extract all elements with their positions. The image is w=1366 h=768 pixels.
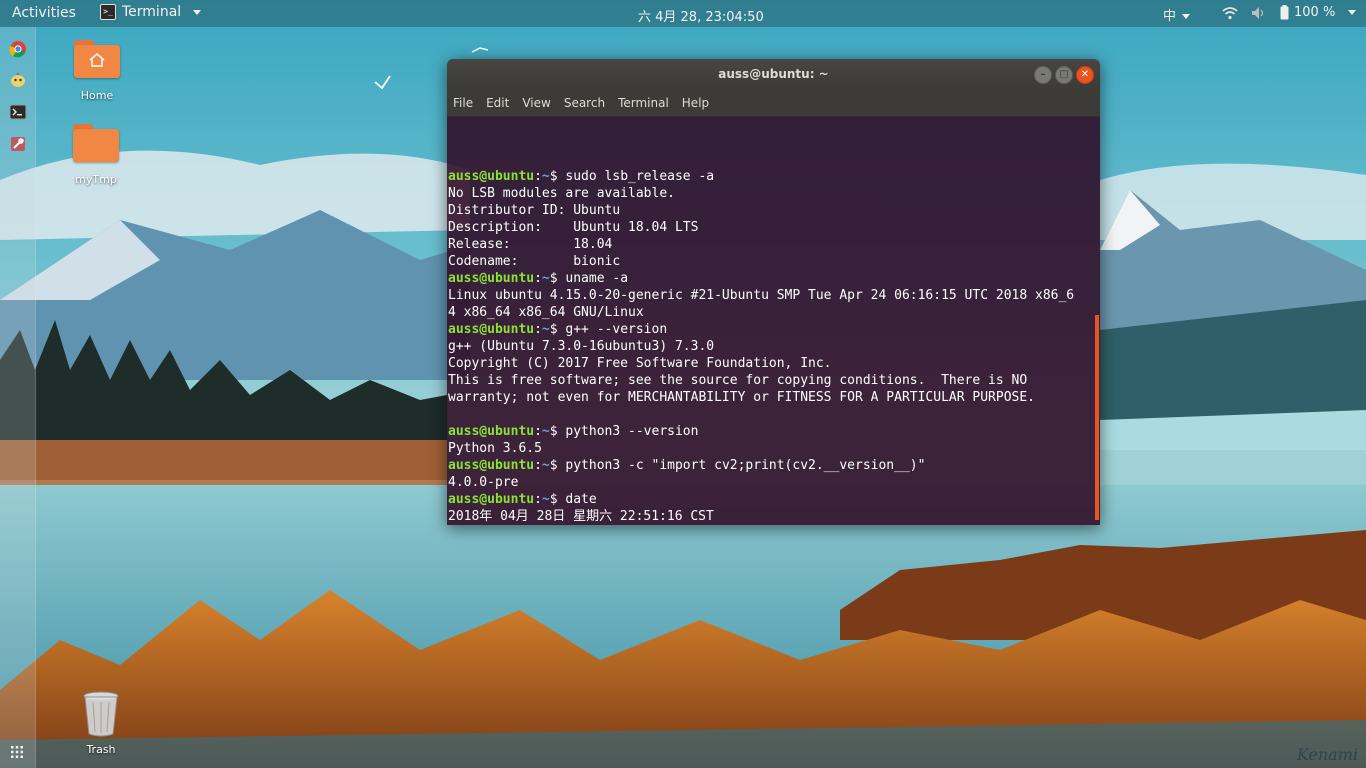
command-text: g++ --version <box>565 322 668 337</box>
desktop-icon-mytmp[interactable]: myTmp <box>56 124 136 186</box>
command-text: sudo lsb_release -a <box>565 169 715 184</box>
input-method-label: 中 <box>1163 9 1177 24</box>
system-tray[interactable]: 100 % <box>1222 5 1357 20</box>
minimize-button[interactable]: – <box>1034 66 1052 84</box>
prompt-user: auss@ubuntu <box>448 424 535 439</box>
terminal-prompt-line: auss@ubuntu:~$ python3 --version <box>448 423 1099 440</box>
desktop-icon-trash[interactable]: Trash <box>61 690 141 756</box>
prompt-user: auss@ubuntu <box>448 492 535 507</box>
wifi-icon <box>1222 6 1238 19</box>
menu-search[interactable]: Search <box>564 96 605 110</box>
chrome-icon[interactable] <box>9 40 27 58</box>
dock <box>0 27 36 768</box>
prompt-path: :~$ <box>534 458 566 473</box>
terminal-output-line: Python 3.6.5 <box>448 441 542 456</box>
terminal-prompt-line: auss@ubuntu:~$ g++ --version <box>448 321 1099 338</box>
house-icon <box>89 53 105 67</box>
chevron-down-icon <box>193 9 202 15</box>
terminal-output-line: Linux ubuntu 4.15.0-20-generic #21-Ubunt… <box>448 288 1075 303</box>
prompt-user: auss@ubuntu <box>448 271 535 286</box>
terminal-output-line: g++ (Ubuntu 7.3.0-16ubuntu3) 7.3.0 <box>448 339 715 354</box>
menu-help[interactable]: Help <box>682 96 709 110</box>
terminal-prompt-line: auss@ubuntu:~$ uname -a <box>448 270 1099 287</box>
prompt-path: :~$ <box>534 169 566 184</box>
terminal-icon[interactable] <box>9 103 27 121</box>
home-folder-icon <box>74 40 120 78</box>
terminal-output-line: Description: Ubuntu 18.04 LTS <box>448 220 699 235</box>
prompt-user: auss@ubuntu <box>448 458 535 473</box>
window-titlebar[interactable]: auss@ubuntu: ~ – □ ✕ <box>447 59 1100 89</box>
terminal-output-line: 4 x86_64 x86_64 GNU/Linux <box>448 305 644 320</box>
top-bar: Activities >_ Terminal 六 4月 28, 23:04:50… <box>0 0 1366 27</box>
settings-icon[interactable] <box>9 135 27 153</box>
prompt-user: auss@ubuntu <box>448 322 535 337</box>
maximize-button[interactable]: □ <box>1055 66 1073 84</box>
terminal-output-line: 4.0.0-pre <box>448 475 519 490</box>
terminal-prompt-line: auss@ubuntu:~$ sudo lsb_release -a <box>448 168 1099 185</box>
menu-view[interactable]: View <box>522 96 550 110</box>
terminal-output[interactable]: auss@ubuntu:~$ sudo lsb_release -a No LSB… <box>447 117 1100 525</box>
pidgin-icon[interactable] <box>9 71 27 89</box>
desktop-icon-home[interactable]: Home <box>57 40 137 102</box>
close-button[interactable]: ✕ <box>1076 66 1094 84</box>
window-title: auss@ubuntu: ~ <box>718 67 829 81</box>
prompt-path: :~$ <box>534 322 566 337</box>
terminal-output-line: Release: 18.04 <box>448 237 613 252</box>
terminal-prompt-line: auss@ubuntu:~$ date <box>448 491 1099 508</box>
command-text: python3 --version <box>565 424 699 439</box>
terminal-window[interactable]: auss@ubuntu: ~ – □ ✕ File Edit View Sear… <box>447 59 1100 525</box>
menu-edit[interactable]: Edit <box>486 96 509 110</box>
terminal-output-line: 2018年 04月 28日 星期六 22:51:16 CST <box>448 509 714 524</box>
prompt-path: :~$ <box>534 271 566 286</box>
show-applications-icon[interactable] <box>11 746 23 758</box>
volume-muted-icon <box>1252 6 1264 19</box>
terminal-output-line: Distributor ID: Ubuntu <box>448 203 621 218</box>
command-text: date <box>565 492 597 507</box>
input-method-indicator[interactable]: 中 <box>1163 5 1191 24</box>
app-menu-label: Terminal <box>122 4 182 20</box>
terminal-output-line: No LSB modules are available. <box>448 186 675 201</box>
terminal-output-line: warranty; not even for MERCHANTABILITY o… <box>448 390 1035 405</box>
folder-icon <box>73 124 119 162</box>
activities-button[interactable]: Activities <box>12 5 76 21</box>
terminal-app-icon: >_ <box>100 4 116 20</box>
scrollbar[interactable] <box>1095 315 1099 520</box>
terminal-prompt-line: auss@ubuntu:~$ python3 -c "import cv2;pr… <box>448 457 1099 474</box>
prompt-user: auss@ubuntu <box>448 169 535 184</box>
menu-bar: File Edit View Search Terminal Help <box>447 89 1100 117</box>
battery-percentage: 100 % <box>1294 5 1336 20</box>
chevron-down-icon <box>1182 14 1191 19</box>
desktop-icon-label: Home <box>80 89 114 102</box>
window-controls: – □ ✕ <box>1034 66 1094 84</box>
menu-file[interactable]: File <box>453 96 473 110</box>
clock[interactable]: 六 4月 28, 23:04:50 <box>638 6 764 25</box>
terminal-output-line: Codename: bionic <box>448 254 621 269</box>
prompt-path: :~$ <box>534 492 566 507</box>
chevron-down-icon <box>1348 10 1357 15</box>
terminal-output-line: This is free software; see the source fo… <box>448 373 1028 388</box>
battery-icon <box>1280 5 1289 20</box>
trash-icon <box>83 691 119 737</box>
desktop-icon-label: Trash <box>86 743 116 756</box>
command-text: python3 -c "import cv2;print(cv2.__versi… <box>565 458 926 473</box>
terminal-output-line: Copyright (C) 2017 Free Software Foundat… <box>448 356 832 371</box>
menu-terminal[interactable]: Terminal <box>618 96 669 110</box>
prompt-path: :~$ <box>534 424 566 439</box>
wallpaper-signature: Kenami <box>1296 745 1358 764</box>
command-text: uname -a <box>565 271 629 286</box>
app-menu[interactable]: >_ Terminal <box>100 4 202 20</box>
desktop-icon-label: myTmp <box>75 173 117 186</box>
